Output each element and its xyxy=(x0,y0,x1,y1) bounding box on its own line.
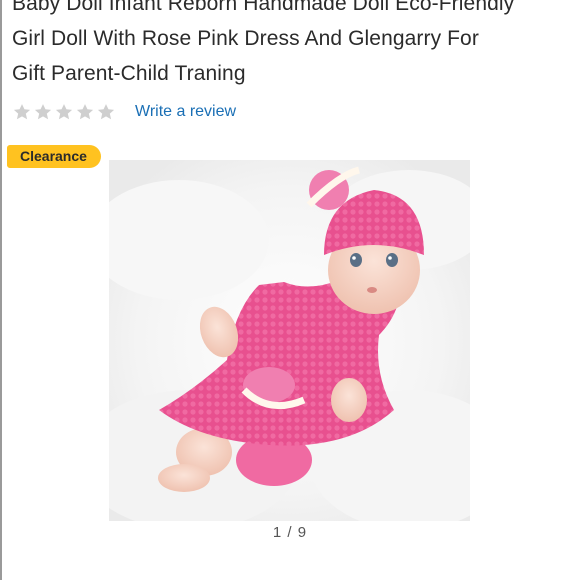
star-rating[interactable] xyxy=(12,102,116,122)
product-page: Baby Doll Infant Reborn Handmade Doll Ec… xyxy=(0,0,580,580)
rating-row: Write a review xyxy=(12,99,236,125)
left-divider xyxy=(0,0,2,580)
star-icon xyxy=(75,102,95,122)
write-review-link[interactable]: Write a review xyxy=(135,103,236,121)
crochet-doll-photo xyxy=(79,160,509,530)
product-title-line-1: Baby Doll Infant Reborn Handmade Doll Ec… xyxy=(12,0,515,15)
image-pager: 1 / 9 xyxy=(272,524,308,541)
star-icon xyxy=(54,102,74,122)
product-title: Baby Doll Infant Reborn Handmade Doll Ec… xyxy=(12,0,578,91)
star-icon xyxy=(33,102,53,122)
clearance-badge: Clearance xyxy=(7,145,101,168)
product-title-line-3: Gift Parent-Child Traning xyxy=(12,62,246,85)
star-icon xyxy=(96,102,116,122)
star-icon xyxy=(12,102,32,122)
product-title-line-2: Girl Doll With Rose Pink Dress And Gleng… xyxy=(12,27,479,50)
product-image[interactable] xyxy=(79,160,509,530)
